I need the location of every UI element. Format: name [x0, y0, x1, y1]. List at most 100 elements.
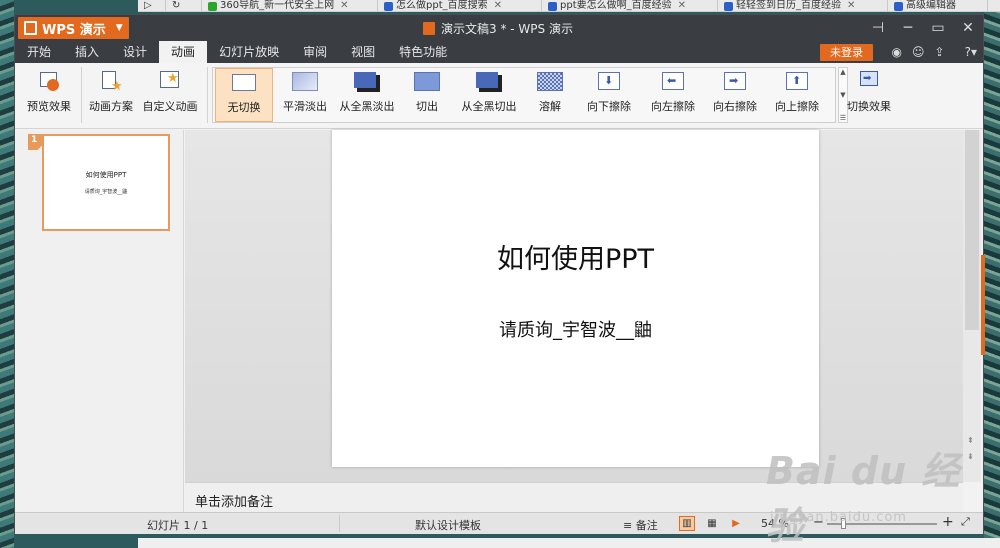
next-slide-icon[interactable]: ⇟	[967, 452, 974, 461]
zoom-out-icon[interactable]: −	[813, 515, 824, 530]
ribbon-separator	[81, 67, 82, 123]
notes-icon: ≡	[623, 519, 636, 532]
zoom-slider-handle[interactable]	[841, 518, 846, 529]
transition-cut[interactable]: 切出	[401, 68, 453, 122]
menu-toolbar-icons: ◉ ☺ ⇪ ?▾	[882, 41, 977, 63]
close-tab-icon[interactable]: ✕	[678, 1, 686, 11]
transition-wipe-down[interactable]: ⬇ 向下擦除	[579, 68, 639, 122]
refresh-icon: ↻	[172, 0, 181, 11]
notes-toggle[interactable]: ≡ 备注	[623, 517, 658, 533]
app-menu-button[interactable]: WPS 演示 ▼	[18, 17, 129, 39]
transition-gallery: 无切换 平滑淡出 从全黑淡出 切出 从全黑切出 溶解 ⬇ 向下擦除 ⬅ 向左擦除…	[212, 67, 836, 123]
menu-review[interactable]: 审阅	[291, 41, 339, 63]
browser-tab[interactable]: ↻	[166, 0, 202, 11]
browser-tab[interactable]: ppt要怎么做啊_百度经验 ✕	[542, 0, 718, 11]
arrow-right-icon: ➡	[722, 72, 748, 92]
grid-icon: ▦	[707, 518, 717, 529]
menu-design[interactable]: 设计	[111, 41, 159, 63]
ribbon-animation: 预览效果 ★ 动画方案 ★ 自定义动画 无切换 平滑淡出 从全黑淡出 切出 从全…	[15, 63, 983, 129]
transition-none[interactable]: 无切换	[215, 68, 273, 122]
menu-special[interactable]: 特色功能	[387, 41, 459, 63]
notes-pane[interactable]: 单击添加备注	[185, 482, 963, 512]
animation-scheme-icon: ★	[100, 70, 123, 93]
menu-home[interactable]: 开始	[15, 41, 63, 63]
browser-tab[interactable]: 高级编辑器	[888, 0, 988, 11]
presentation-file-icon	[423, 21, 435, 35]
baidu-icon	[548, 1, 557, 11]
transition-fade-black-icon	[354, 72, 380, 92]
zoom-in-icon[interactable]: +	[942, 514, 954, 530]
document-title: 演示文稿3 * - WPS 演示	[423, 15, 573, 41]
vertical-scrollbar[interactable]: ⇞ ⇟	[963, 130, 981, 482]
360-icon	[208, 1, 217, 11]
current-slide[interactable]: 如何使用PPT 请质询_宇智波__鼬	[332, 130, 819, 467]
login-button[interactable]: 未登录	[820, 44, 873, 61]
slide-thumbnail[interactable]: 如何使用PPT 请质询_宇智波__鼬	[42, 134, 170, 231]
slide-sorter-button[interactable]: ▦	[704, 516, 720, 531]
normal-view-button[interactable]: ▥	[679, 516, 695, 531]
transition-effect-button[interactable]: ➡ 切换效果	[841, 63, 897, 129]
app-name: WPS 演示	[42, 22, 106, 38]
baidu-icon	[724, 1, 733, 11]
zoom-level[interactable]: 54 %	[761, 517, 789, 530]
slideshow-button[interactable]: ▶	[728, 516, 744, 531]
transition-fade-black[interactable]: 从全黑淡出	[335, 68, 399, 122]
maximize-button[interactable]: ▭	[923, 20, 953, 36]
arrow-up-icon: ⬆	[784, 72, 810, 92]
scrollbar-thumb[interactable]	[965, 130, 979, 330]
browser-tab-strip: ▷ ↻ 360导航_新一代安全上网 ✕ 怎么做ppt_百度搜索 ✕ ppt要怎么做啊…	[138, 0, 1000, 12]
transition-effect-icon: ➡	[858, 70, 880, 92]
close-tab-icon[interactable]: ✕	[340, 1, 348, 11]
close-tab-icon[interactable]: ✕	[847, 1, 855, 11]
side-panel-toggle[interactable]	[981, 255, 985, 355]
transition-wipe-up[interactable]: ⬆ 向上擦除	[767, 68, 827, 122]
arrow-down-icon: ⬇	[596, 72, 622, 92]
close-tab-icon[interactable]: ✕	[494, 1, 502, 11]
wps-window: WPS 演示 ▼ 演示文稿3 * - WPS 演示 ⊣ ─ ▭ ✕ 开始 插入 …	[14, 14, 985, 534]
menu-bar: 开始 插入 设计 动画 幻灯片放映 审阅 视图 特色功能 未登录 ◉ ☺ ⇪ ?…	[15, 41, 983, 63]
transition-cut-icon	[414, 72, 440, 92]
menu-animation[interactable]: 动画	[159, 41, 208, 63]
menu-insert[interactable]: 插入	[63, 41, 111, 63]
share-icon[interactable]: ⇪	[935, 45, 945, 59]
browser-tab[interactable]: 360导航_新一代安全上网 ✕	[202, 0, 378, 11]
minimize-button[interactable]: ─	[893, 20, 923, 36]
pin-icon[interactable]: ⊣	[863, 20, 893, 36]
browser-tab[interactable]: 怎么做ppt_百度搜索 ✕	[378, 0, 542, 11]
transition-cut-black[interactable]: 从全黑切出	[457, 68, 521, 122]
close-button[interactable]: ✕	[953, 20, 983, 36]
prev-slide-icon[interactable]: ⇞	[967, 436, 974, 445]
wps-logo-icon	[24, 21, 37, 35]
transition-dissolve-icon	[537, 72, 563, 92]
browser-tab[interactable]: 轻轻签到日历_百度经验 ✕	[718, 0, 888, 11]
transition-dissolve[interactable]: 溶解	[525, 68, 575, 122]
arrow-left-icon: ⬅	[660, 72, 686, 92]
slide-subtitle[interactable]: 请质询_宇智波__鼬	[332, 316, 819, 342]
slide-canvas: 如何使用PPT 请质询_宇智波__鼬	[185, 130, 963, 482]
menu-slideshow[interactable]: 幻灯片放映	[207, 41, 291, 63]
forward-icon: ▷	[144, 0, 152, 11]
custom-animation-button[interactable]: ★ 自定义动画	[139, 63, 201, 129]
slide-count: 幻灯片 1 / 1	[147, 519, 209, 532]
preview-effect-button[interactable]: 预览效果	[21, 63, 77, 129]
menu-view[interactable]: 视图	[339, 41, 387, 63]
transition-cut-black-icon	[476, 72, 502, 92]
custom-animation-icon: ★	[159, 70, 181, 92]
fit-window-icon[interactable]: ⤢	[961, 515, 970, 529]
transition-wipe-right[interactable]: ➡ 向右擦除	[705, 68, 765, 122]
baidu-icon	[384, 1, 393, 11]
normal-view-icon: ▥	[682, 518, 692, 529]
transition-wipe-left[interactable]: ⬅ 向左擦除	[643, 68, 703, 122]
transition-smooth-fade[interactable]: 平滑淡出	[277, 68, 333, 122]
help-icon[interactable]: ?▾	[955, 45, 977, 59]
transition-none-icon	[231, 73, 257, 93]
chevron-down-icon: ▼	[115, 23, 123, 33]
design-template: 默认设计模板	[415, 519, 481, 532]
animation-scheme-button[interactable]: ★ 动画方案	[85, 63, 137, 129]
browser-tab[interactable]: ▷	[138, 0, 166, 11]
desktop-background-right	[984, 0, 1000, 548]
skin-icon[interactable]: ◉	[892, 45, 902, 59]
notes-placeholder: 单击添加备注	[195, 495, 274, 510]
feedback-icon[interactable]: ☺	[912, 45, 925, 59]
slide-title[interactable]: 如何使用PPT	[332, 237, 819, 276]
